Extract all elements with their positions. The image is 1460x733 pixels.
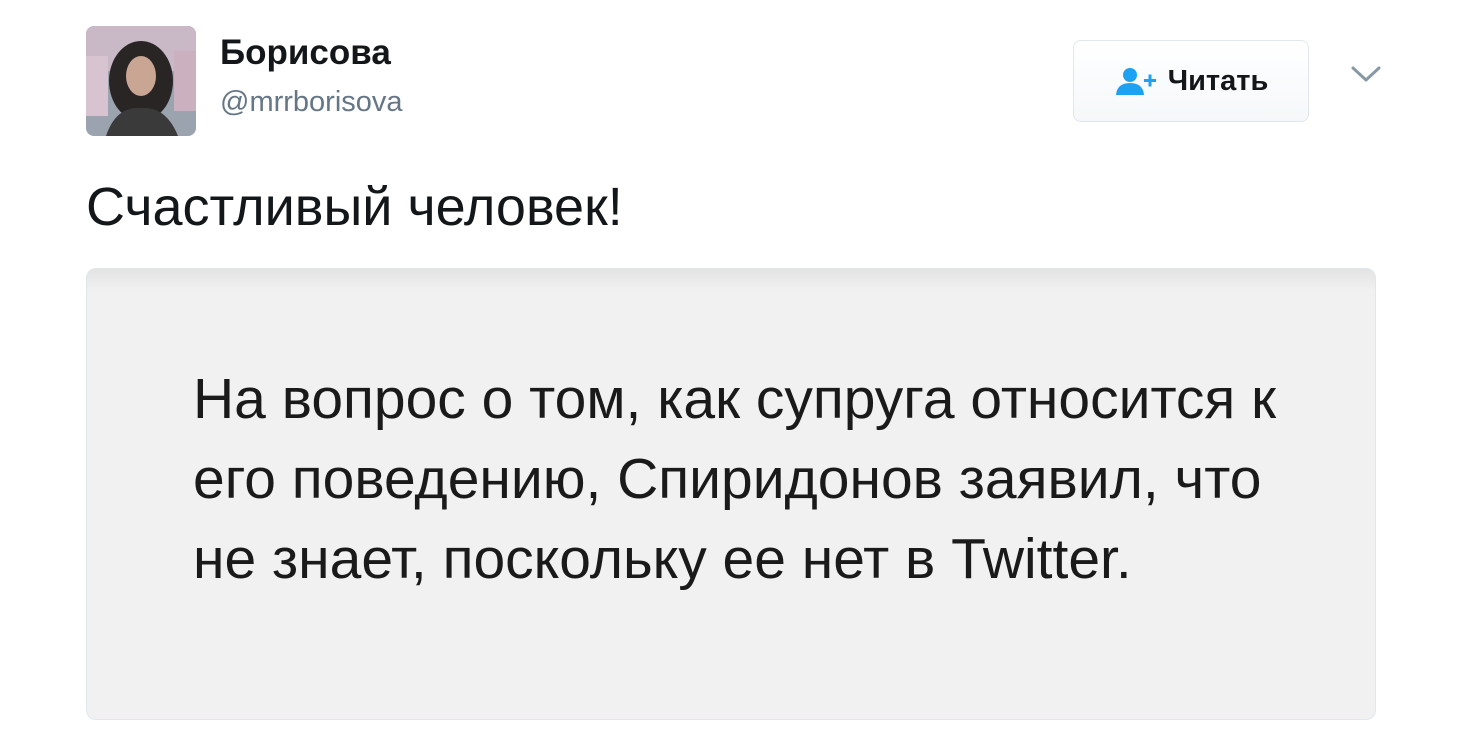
tweet-media-card[interactable]: На вопрос о том, как супруга относится к… — [86, 268, 1376, 720]
follow-button[interactable]: Читать — [1073, 40, 1309, 122]
follow-button-label: Читать — [1167, 64, 1269, 97]
chevron-down-icon — [1351, 66, 1381, 82]
author-screen-name[interactable]: @mrrborisova — [220, 86, 403, 119]
tweet-text: Счастливый человек! — [86, 177, 623, 237]
tweet-menu-button[interactable] — [1350, 62, 1382, 86]
avatar-image — [86, 26, 196, 136]
author-display-name[interactable]: Борисова — [220, 33, 391, 73]
media-quote-text: На вопрос о том, как супруга относится к… — [193, 367, 1277, 591]
avatar[interactable] — [86, 26, 196, 136]
add-user-icon — [1115, 68, 1156, 95]
